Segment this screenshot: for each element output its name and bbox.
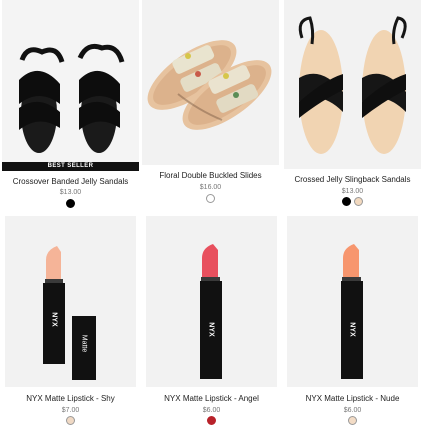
brand-logo: NYX bbox=[348, 322, 356, 337]
product-price: $13.00 bbox=[59, 189, 82, 196]
product-image[interactable] bbox=[142, 0, 279, 165]
brand-logo: NYX bbox=[50, 312, 58, 327]
product-card[interactable]: BEST SELLER Crossover Banded Jelly Sanda… bbox=[2, 0, 139, 210]
color-swatches bbox=[146, 416, 277, 425]
product-name[interactable]: Crossed Jelly Slingback Sandals bbox=[284, 175, 421, 184]
product-name[interactable]: NYX Matte Lipstick - Nude bbox=[287, 394, 418, 403]
brand-logo: NYX bbox=[207, 322, 215, 337]
product-image[interactable] bbox=[284, 0, 421, 169]
product-price: $7.00 bbox=[61, 407, 80, 414]
product-card[interactable]: NYX Matte NYX Matte Lipstick - Shy $7.00 bbox=[5, 216, 136, 428]
product-image[interactable]: NYX bbox=[146, 216, 277, 387]
color-swatches bbox=[287, 416, 418, 425]
product-name[interactable]: Crossover Banded Jelly Sandals bbox=[2, 177, 139, 186]
color-swatch[interactable] bbox=[342, 197, 351, 206]
color-swatches bbox=[142, 194, 279, 203]
cap-label: Matte bbox=[80, 334, 88, 353]
product-card[interactable]: NYX NYX Matte Lipstick - Nude $6.00 bbox=[287, 216, 418, 428]
color-swatches bbox=[2, 199, 139, 208]
color-swatches bbox=[5, 416, 136, 425]
color-swatch[interactable] bbox=[206, 194, 215, 203]
product-name[interactable]: NYX Matte Lipstick - Shy bbox=[5, 394, 136, 403]
product-price: $6.00 bbox=[343, 407, 362, 414]
product-image[interactable]: NYX Matte bbox=[5, 216, 136, 387]
product-card[interactable]: Crossed Jelly Slingback Sandals $13.00 bbox=[284, 0, 421, 210]
color-swatch[interactable] bbox=[207, 416, 216, 425]
product-card[interactable]: Floral Double Buckled Slides $16.00 bbox=[142, 0, 279, 210]
product-grid: BEST SELLER Crossover Banded Jelly Sanda… bbox=[0, 0, 422, 428]
color-swatches bbox=[284, 197, 421, 206]
product-name[interactable]: NYX Matte Lipstick - Angel bbox=[146, 394, 277, 403]
product-price: $13.00 bbox=[341, 188, 364, 195]
color-swatch[interactable] bbox=[348, 416, 357, 425]
product-card[interactable]: NYX NYX Matte Lipstick - Angel $6.00 bbox=[146, 216, 277, 428]
best-seller-badge: BEST SELLER bbox=[2, 162, 139, 171]
color-swatch[interactable] bbox=[66, 416, 75, 425]
product-image[interactable]: BEST SELLER bbox=[2, 0, 139, 171]
product-name[interactable]: Floral Double Buckled Slides bbox=[142, 171, 279, 180]
product-price: $6.00 bbox=[202, 407, 221, 414]
product-price: $16.00 bbox=[199, 184, 222, 191]
product-image[interactable]: NYX bbox=[287, 216, 418, 387]
color-swatch[interactable] bbox=[66, 199, 75, 208]
color-swatch[interactable] bbox=[354, 197, 363, 206]
